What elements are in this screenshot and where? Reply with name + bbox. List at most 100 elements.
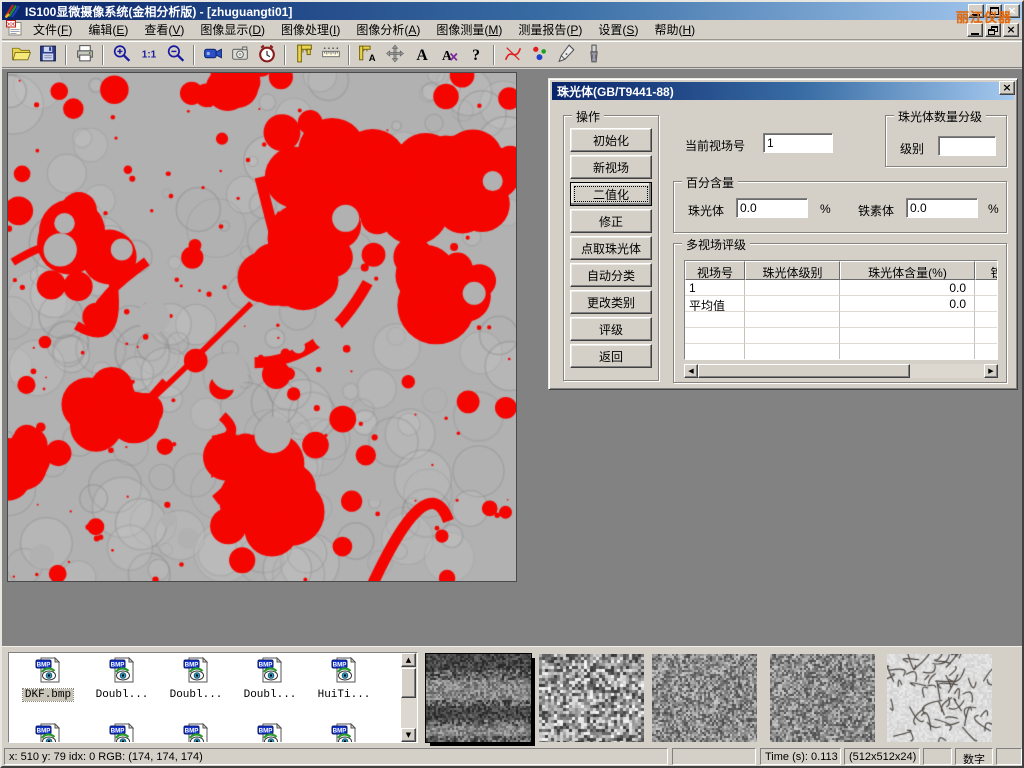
menu-item-image-measure[interactable]: 图像测量(M)	[428, 21, 510, 39]
ferrite-pct-input[interactable]	[906, 198, 978, 218]
svg-text:BMP: BMP	[333, 727, 347, 734]
current-field-input[interactable]	[763, 133, 833, 153]
svg-text:BMP: BMP	[37, 661, 51, 668]
preview-thumbnail-2[interactable]	[539, 654, 644, 742]
file-item[interactable]: BMP	[233, 721, 307, 743]
camera-capture-button[interactable]	[226, 43, 253, 67]
ferrite-pct-unit: %	[988, 202, 999, 216]
grade-level-input[interactable]	[938, 136, 996, 156]
open-file-button[interactable]	[7, 43, 34, 67]
menu-item-help[interactable]: 帮助(H)	[646, 21, 703, 39]
print-icon	[74, 43, 96, 67]
dialog-close-button[interactable]: ×	[999, 81, 1015, 95]
toolbar-separator	[102, 45, 104, 65]
title-bar: IS100显微摄像系统(金相分析版) - [zhuguangti01] ×	[2, 2, 1022, 20]
help-button[interactable]: ?	[462, 43, 489, 67]
pen-tool-button[interactable]	[553, 43, 580, 67]
caliper-button[interactable]	[290, 43, 317, 67]
menu-item-image-display[interactable]: 图像显示(D)	[192, 21, 273, 39]
zoom-out-button[interactable]	[162, 43, 189, 67]
brush-tool-button[interactable]	[580, 43, 607, 67]
file-item[interactable]: BMP	[159, 721, 233, 743]
phase-dots-button[interactable]	[526, 43, 553, 67]
metallograph-image[interactable]	[7, 72, 517, 582]
menu-item-image-process[interactable]: 图像处理(I)	[273, 21, 348, 39]
video-camera-icon	[202, 43, 224, 67]
svg-text:BMP: BMP	[37, 727, 51, 734]
resolution-panel: (512x512x24)	[844, 748, 920, 765]
scroll-up-button[interactable]: ▲	[401, 653, 416, 667]
new-field-button[interactable]: 新视场	[570, 155, 652, 179]
scroll-left-button[interactable]: ◀	[684, 364, 698, 378]
menu-item-edit[interactable]: 编辑(E)	[80, 21, 136, 39]
grading-table[interactable]: 视场号珠光体级别珠光体含量(%)铁素体含量(%)10.0平均值0.0	[684, 260, 998, 360]
current-field-label: 当前视场号	[685, 137, 745, 154]
file-item[interactable]: BMPHuiTi...	[307, 655, 381, 721]
table-row	[685, 344, 997, 360]
timer-clock-button[interactable]	[253, 43, 280, 67]
file-list-scrollbar[interactable]: ▲ ▼	[401, 653, 417, 742]
caliper-icon	[293, 43, 315, 67]
save-icon	[37, 43, 59, 67]
table-cell: 0.0	[840, 280, 975, 296]
file-item[interactable]: BMPDoubl...	[159, 655, 233, 721]
print-button[interactable]	[71, 43, 98, 67]
save-button[interactable]	[34, 43, 61, 67]
zoom-out-icon	[165, 43, 187, 67]
file-item[interactable]: BMPDKF.bmp	[11, 655, 85, 721]
scroll-down-button[interactable]: ▼	[401, 728, 416, 742]
scroll-right-button[interactable]: ▶	[984, 364, 998, 378]
timer-clock-icon	[256, 43, 278, 67]
multi-field-group: 多视场评级 视场号珠光体级别珠光体含量(%)铁素体含量(%)10.0平均值0.0…	[673, 243, 1007, 383]
text-label-button[interactable]: A	[408, 43, 435, 67]
menu-item-file[interactable]: 文件(F)	[25, 21, 80, 39]
return-button[interactable]: 返回	[570, 344, 652, 368]
ruler-button[interactable]	[317, 43, 344, 67]
change-class-button[interactable]: 更改类别	[570, 290, 652, 314]
file-list[interactable]: BMPDKF.bmpBMPDoubl...BMPDoubl...BMPDoubl…	[8, 652, 418, 743]
bmp-file-icon: BMP	[107, 721, 137, 743]
file-item[interactable]: BMP	[85, 721, 159, 743]
font-style-button[interactable]: A	[435, 43, 462, 67]
pearlite-pct-input[interactable]	[736, 198, 808, 218]
measure-caliper-button[interactable]: A	[354, 43, 381, 67]
svg-text:BMP: BMP	[111, 661, 125, 668]
help-icon: ?	[465, 43, 487, 67]
menu-item-image-analysis[interactable]: 图像分析(A)	[348, 21, 428, 39]
file-item[interactable]: BMPDoubl...	[85, 655, 159, 721]
dialog-title-bar[interactable]: 珠光体(GB/T9441-88)	[552, 82, 1014, 100]
correct-button[interactable]: 修正	[570, 209, 652, 233]
toolbar-separator	[348, 45, 350, 65]
preview-thumbnail-4[interactable]	[770, 654, 875, 742]
menu-item-measure-report[interactable]: 测量报告(P)	[510, 21, 590, 39]
h-scroll-thumb[interactable]	[698, 364, 910, 378]
curve-tool-button[interactable]	[499, 43, 526, 67]
menu-item-view[interactable]: 查看(V)	[136, 21, 192, 39]
file-item[interactable]: BMP	[11, 721, 85, 743]
preview-thumbnail-5[interactable]	[887, 654, 992, 742]
menu-item-settings[interactable]: 设置(S)	[590, 21, 646, 39]
status-bar: x: 510 y: 79 idx: 0 RGB: (174, 174, 174)…	[2, 747, 1022, 766]
watermark-text: 丽江仪器	[956, 7, 1012, 26]
initialize-button[interactable]: 初始化	[570, 128, 652, 152]
binarize-button[interactable]: 二值化	[570, 182, 652, 206]
file-item[interactable]: BMPDoubl...	[233, 655, 307, 721]
toolbar-separator	[193, 45, 195, 65]
table-h-scrollbar[interactable]: ◀ ▶	[684, 364, 998, 378]
move-cross-button[interactable]	[381, 43, 408, 67]
svg-text:A: A	[416, 46, 428, 63]
file-item[interactable]: BMP	[307, 721, 381, 743]
document-icon[interactable]: DOC	[6, 20, 23, 39]
preview-thumbnail-3[interactable]	[652, 654, 757, 742]
table-row: 10.0	[685, 280, 997, 296]
actual-size-button[interactable]: 1:1	[135, 43, 162, 67]
pick-pearlite-button[interactable]: 点取珠光体	[570, 236, 652, 260]
table-cell	[685, 328, 745, 344]
zoom-in-button[interactable]	[108, 43, 135, 67]
v-scroll-thumb[interactable]	[401, 668, 416, 698]
auto-classify-button[interactable]: 自动分类	[570, 263, 652, 287]
preview-thumbnail-1[interactable]	[426, 654, 531, 742]
preview-thumbnail-image	[652, 654, 757, 742]
grade-button[interactable]: 评级	[570, 317, 652, 341]
video-camera-button[interactable]	[199, 43, 226, 67]
